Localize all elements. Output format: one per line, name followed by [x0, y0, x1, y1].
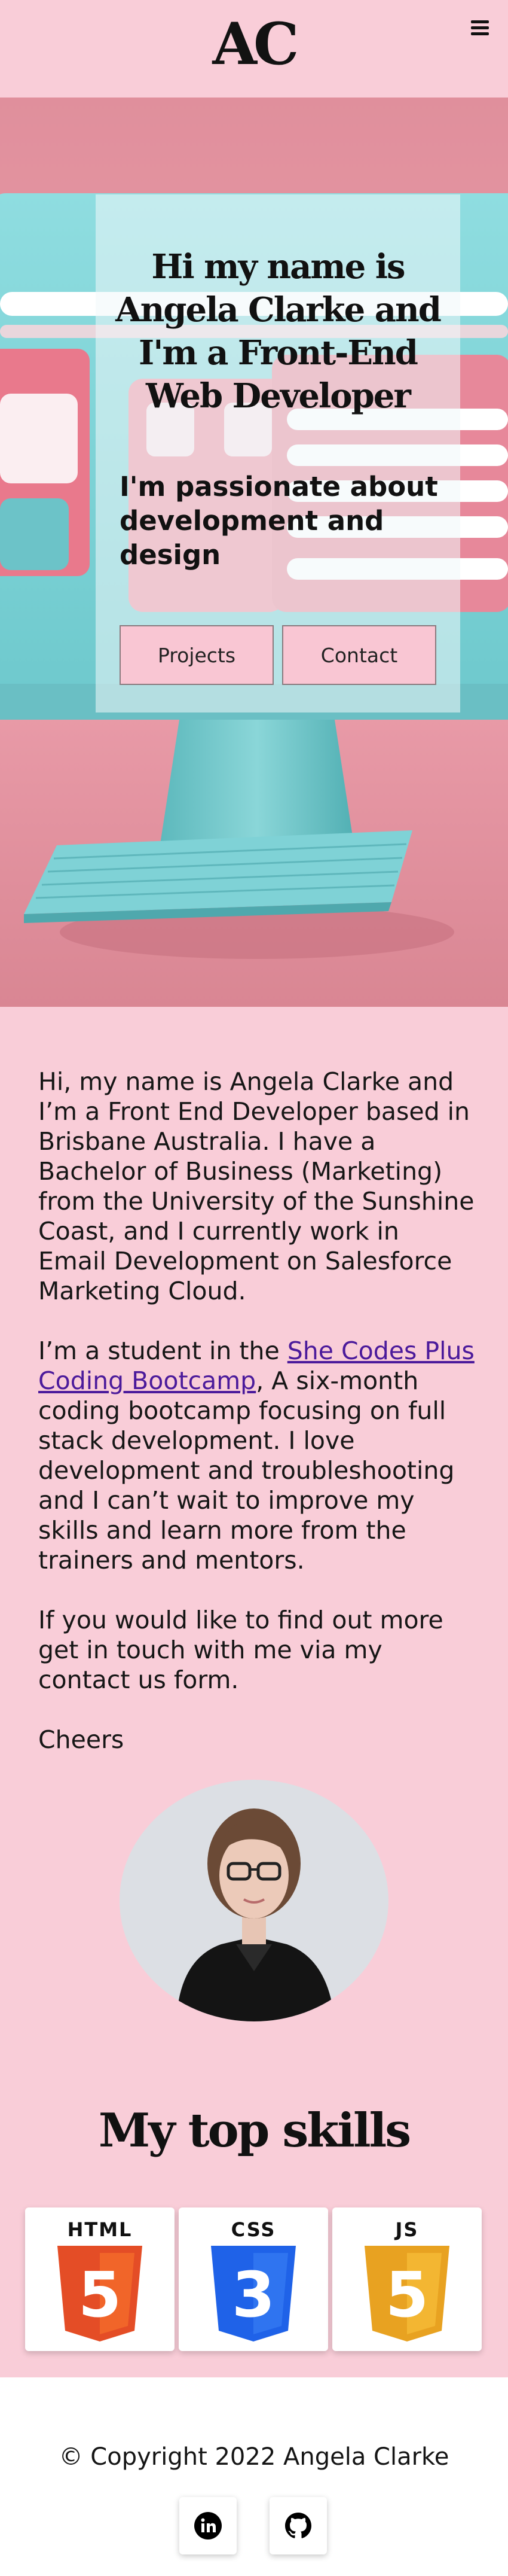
skill-badge-number: 5 — [385, 2258, 429, 2331]
about-paragraph-bootcamp: I’m a student in the She Codes Plus Codi… — [38, 1336, 475, 1575]
hero-title: Hi my name is Angela Clarke and I'm a Fr… — [115, 247, 442, 416]
hero-card: Hi my name is Angela Clarke and I'm a Fr… — [96, 194, 460, 712]
skill-badge-number: 5 — [78, 2258, 121, 2331]
about-paragraph-intro: Hi, my name is Angela Clarke and I’m a F… — [38, 1067, 475, 1305]
about-text: , A six-month coding bootcamp focusing o… — [38, 1366, 455, 1575]
linkedin-link[interactable] — [179, 2497, 237, 2554]
about-section: Hi, my name is Angela Clarke and I’m a F… — [38, 1067, 475, 1785]
about-text: I’m a student in the — [38, 1336, 287, 1365]
skills-heading: My top skills — [98, 2103, 411, 2158]
hero-subtitle: I'm passionate about development and des… — [120, 471, 438, 571]
skill-name: CSS — [231, 2218, 276, 2241]
css3-icon: 3 — [211, 2246, 296, 2341]
profile-photo — [120, 1780, 388, 2021]
javascript-icon: 5 — [365, 2246, 449, 2341]
skill-name: JS — [395, 2218, 419, 2241]
contact-button[interactable]: Contact — [282, 625, 436, 685]
skill-badge-number: 3 — [232, 2258, 275, 2331]
copyright-text: © Copyright 2022 Angela Clarke — [59, 2443, 449, 2471]
linkedin-icon — [194, 2512, 222, 2540]
html5-icon: 5 — [57, 2246, 142, 2341]
site-footer: © Copyright 2022 Angela Clarke — [0, 2377, 508, 2576]
skill-name: HTML — [67, 2218, 133, 2241]
skill-card-js: JS 5 — [332, 2207, 482, 2351]
hamburger-menu-icon[interactable] — [471, 20, 489, 36]
hero-section: Hi my name is Angela Clarke and I'm a Fr… — [0, 98, 508, 1007]
projects-button[interactable]: Projects — [120, 625, 274, 685]
logo[interactable]: AC — [0, 8, 508, 80]
github-icon — [285, 2513, 311, 2538]
github-link[interactable] — [270, 2497, 327, 2554]
about-paragraph-contact: If you would like to find out more get i… — [38, 1606, 443, 1694]
site-header: AC — [0, 0, 508, 98]
skill-card-html: HTML 5 — [25, 2207, 175, 2351]
skill-card-css: CSS 3 — [179, 2207, 328, 2351]
about-signoff: Cheers — [38, 1725, 124, 1754]
